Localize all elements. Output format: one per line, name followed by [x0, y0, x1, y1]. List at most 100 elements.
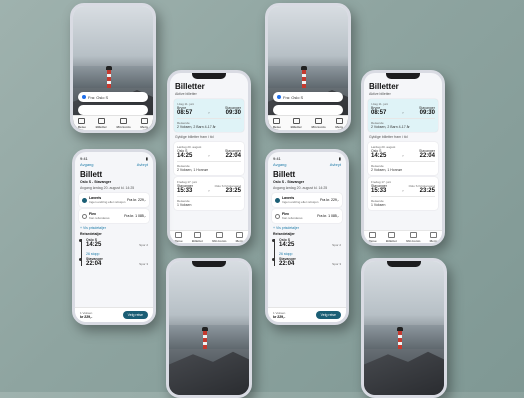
from-search-field[interactable]: Fra: Oslo S [273, 92, 343, 102]
phone-photo-bottom-center [166, 258, 252, 398]
fare-option-flex[interactable]: Flex Kan refunderes Fra kr. 1 085,- [272, 209, 342, 223]
chevron-right-icon: › [402, 189, 404, 193]
tab-meny[interactable]: Meny [140, 117, 148, 129]
page-title: Billetter [369, 82, 399, 91]
tab-bar: Reise Billetter Min konto Meny [73, 115, 153, 130]
tab-min-konto[interactable]: Min konto [212, 231, 226, 243]
fare-option-laveris[interactable]: Laveris Ingen endring eller refusjon Fra … [272, 193, 342, 207]
tab-bar: Reise Billetter Min konto Meny [268, 115, 348, 130]
page-title: Billett [273, 170, 296, 179]
cancel-link[interactable]: Avbryt [137, 162, 148, 167]
travel-icon [273, 117, 281, 124]
hero-photo [364, 261, 444, 395]
upcoming-ticket-card[interactable]: Lørdag 20. august Oslo S Stavanger 14:25 ›… [174, 142, 244, 175]
chevron-right-icon: › [208, 111, 210, 115]
radio-icon [275, 213, 280, 219]
user-icon [409, 231, 417, 238]
tab-min-konto[interactable]: Min konto [406, 231, 420, 243]
tab-bar: Reise Billetter Min konto Meny [364, 230, 442, 243]
to-search-field[interactable] [78, 105, 148, 115]
departure-meta: Avgang lørdag 20. august kl. 14:25 [80, 186, 135, 190]
section-heading-upcoming: Gyldige billetter fram i tid [369, 135, 408, 139]
hero-photo [169, 261, 249, 395]
travel-icon [369, 231, 377, 238]
chevron-right-icon: › [208, 189, 210, 193]
back-link[interactable]: Avgang [80, 162, 94, 167]
travel-icon [78, 117, 86, 124]
location-dot-icon [277, 95, 281, 99]
chevron-right-icon: › [402, 111, 404, 115]
radio-selected-icon [275, 197, 280, 203]
menu-icon [236, 231, 243, 238]
phone-search-top-center: Fra: Oslo S Reise Billetter Min konto Me… [265, 3, 351, 133]
checkout-footer: 1 Voksen kr 229,- Velg reise [75, 307, 153, 322]
tab-billetter[interactable]: Billetter [386, 231, 397, 243]
user-icon [120, 117, 128, 124]
lighthouse-image [300, 65, 307, 88]
tab-min-konto[interactable]: Min konto [117, 117, 131, 129]
itinerary-timeline: Oslo S 14:25 Spor 2 26 stopp Stavanger 22:0… [79, 238, 148, 267]
choose-trip-button[interactable]: Velg reise [315, 311, 341, 319]
upcoming-ticket-card[interactable]: Fredag 17. juni Stavanger Oslo S Kristian… [174, 177, 244, 210]
tab-billetter[interactable]: Billetter [291, 117, 302, 129]
page-title: Billetter [175, 82, 205, 91]
phone-billett-left: 9:41 ▮ Avgang Avbryt Billett Oslo S - Stav… [72, 149, 156, 325]
tab-bar: Reise Billetter Min konto Meny [170, 230, 248, 243]
fare-option-flex[interactable]: Flex Kan refunderes Fra kr. 1 085,- [79, 209, 149, 223]
section-heading-active: Aktive billetter [369, 92, 391, 96]
location-dot-icon [82, 95, 86, 99]
active-ticket-card[interactable]: I dag 11. juni Bryne Stavanger 08:57 › 09:3… [368, 99, 438, 132]
lighthouse-image [201, 327, 208, 350]
section-heading-upcoming: Gyldige billetter fram i tid [175, 135, 214, 139]
active-ticket-card[interactable]: I dag 11. juni Bryne Stavanger 08:57 › 09:3… [174, 99, 244, 132]
travel-details-heading: Reisedetaljer [273, 232, 295, 236]
phone-photo-bottom-right [361, 258, 447, 398]
travel-details-heading: Reisedetaljer [80, 232, 102, 236]
from-search-field[interactable]: Fra: Oslo S [78, 92, 148, 102]
user-icon [215, 231, 223, 238]
tab-meny[interactable]: Meny [236, 231, 243, 243]
phone-tickets-left: Billetter Aktive billetter I dag 11. jun… [167, 70, 251, 246]
departure-meta: Avgang lørdag 20. august kl. 14:25 [273, 186, 328, 190]
tab-billetter[interactable]: Billetter [192, 231, 203, 243]
ticket-icon [292, 117, 300, 124]
menu-icon [335, 117, 343, 124]
section-heading-active: Aktive billetter [175, 92, 197, 96]
phone-search-top-left: Fra: Oslo S Reise Billetter Min konto Me… [70, 3, 156, 133]
ticket-icon [193, 231, 201, 238]
page-title: Billett [80, 170, 103, 179]
travel-icon [175, 231, 183, 238]
cancel-link[interactable]: Avbryt [330, 162, 341, 167]
tab-billetter[interactable]: Billetter [96, 117, 107, 129]
chevron-right-icon: › [208, 154, 210, 158]
ticket-icon [387, 231, 395, 238]
fare-option-laveris[interactable]: Laveris Ingen endring eller refusjon Fra … [79, 193, 149, 207]
upcoming-ticket-card[interactable]: Lørdag 20. august Oslo S Stavanger 14:25 ›… [368, 142, 438, 175]
tab-reise[interactable]: Reise [175, 231, 183, 243]
choose-trip-button[interactable]: Velg reise [122, 311, 148, 319]
checkout-footer: 1 Voksen kr 229,- Velg reise [268, 307, 346, 322]
itinerary-timeline: Oslo S 14:25 Spor 2 26 stopp Stavanger 22:0… [272, 238, 341, 267]
chevron-right-icon: › [402, 154, 404, 158]
battery-icon: ▮ [145, 156, 148, 161]
user-icon [315, 117, 323, 124]
radio-icon [82, 213, 87, 219]
menu-icon [430, 231, 437, 238]
lighthouse-image [396, 327, 403, 350]
lighthouse-image [105, 65, 112, 88]
tab-reise[interactable]: Reise [273, 117, 281, 129]
phone-tickets-right: Billetter Aktive billetter I dag 11. jun… [361, 70, 445, 246]
menu-icon [140, 117, 148, 124]
tab-meny[interactable]: Meny [430, 231, 437, 243]
tab-reise[interactable]: Reise [78, 117, 86, 129]
radio-selected-icon [82, 197, 87, 203]
to-search-field[interactable] [273, 105, 343, 115]
tab-meny[interactable]: Meny [335, 117, 343, 129]
upcoming-ticket-card[interactable]: Fredag 17. juni Stavanger Oslo S Kristian… [368, 177, 438, 210]
tab-min-konto[interactable]: Min konto [312, 117, 326, 129]
battery-icon: ▮ [338, 156, 341, 161]
ticket-icon [97, 117, 105, 124]
phone-billett-right: 9:41 ▮ Avgang Avbryt Billett Oslo S - Stav… [265, 149, 349, 325]
back-link[interactable]: Avgang [273, 162, 287, 167]
tab-reise[interactable]: Reise [369, 231, 377, 243]
